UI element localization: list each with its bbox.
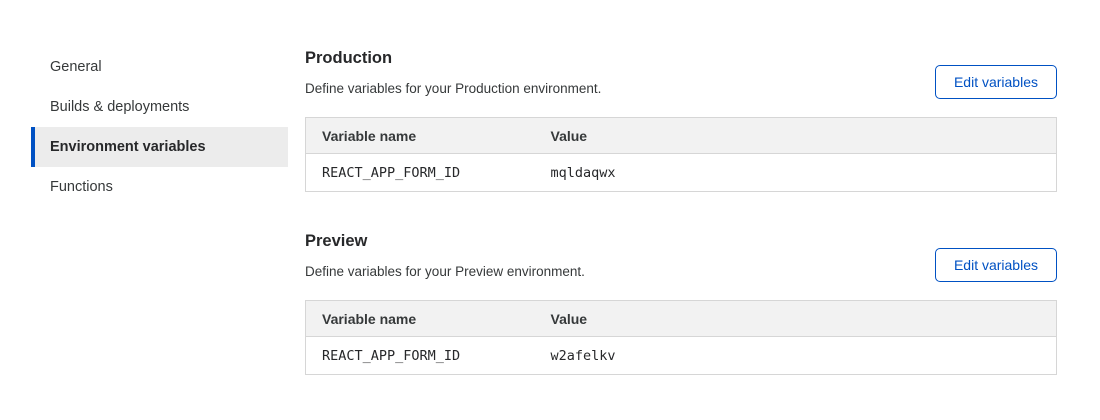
sidebar-item-general[interactable]: General — [31, 47, 288, 87]
sidebar-item-label: General — [50, 59, 102, 75]
preview-variables-table: Variable name Value REACT_APP_FORM_ID w2… — [305, 300, 1057, 375]
variable-name-cell: REACT_APP_FORM_ID — [306, 337, 535, 375]
production-title: Production — [305, 48, 935, 68]
value-column-header: Value — [535, 301, 1057, 337]
preview-section-header: Preview Define variables for your Previe… — [305, 231, 1057, 280]
production-section-titles: Production Define variables for your Pro… — [305, 48, 935, 97]
production-description: Define variables for your Production env… — [305, 80, 935, 97]
environment-variables-content: Production Define variables for your Pro… — [305, 48, 1057, 414]
variable-name-cell: REACT_APP_FORM_ID — [306, 154, 535, 192]
table-header-row: Variable name Value — [306, 301, 1057, 337]
preview-edit-variables-button[interactable]: Edit variables — [935, 248, 1057, 282]
sidebar-item-label: Builds & deployments — [50, 99, 189, 115]
value-column-header: Value — [535, 118, 1057, 154]
preview-title: Preview — [305, 231, 935, 251]
production-edit-variables-button[interactable]: Edit variables — [935, 65, 1057, 99]
settings-page: General Builds & deployments Environment… — [0, 0, 1100, 420]
preview-section-titles: Preview Define variables for your Previe… — [305, 231, 935, 280]
production-section: Production Define variables for your Pro… — [305, 48, 1057, 192]
preview-description: Define variables for your Preview enviro… — [305, 263, 935, 280]
settings-sidebar: General Builds & deployments Environment… — [31, 47, 288, 207]
table-row: REACT_APP_FORM_ID mqldaqwx — [306, 154, 1057, 192]
table-row: REACT_APP_FORM_ID w2afelkv — [306, 337, 1057, 375]
sidebar-item-functions[interactable]: Functions — [31, 167, 288, 207]
table-header-row: Variable name Value — [306, 118, 1057, 154]
sidebar-item-label: Environment variables — [50, 139, 206, 155]
variable-name-column-header: Variable name — [306, 301, 535, 337]
variable-value-cell: w2afelkv — [535, 337, 1057, 375]
production-variables-table: Variable name Value REACT_APP_FORM_ID mq… — [305, 117, 1057, 192]
variable-value-cell: mqldaqwx — [535, 154, 1057, 192]
preview-section: Preview Define variables for your Previe… — [305, 231, 1057, 375]
sidebar-item-label: Functions — [50, 179, 113, 195]
production-section-header: Production Define variables for your Pro… — [305, 48, 1057, 97]
sidebar-item-environment-variables[interactable]: Environment variables — [31, 127, 288, 167]
variable-name-column-header: Variable name — [306, 118, 535, 154]
sidebar-item-builds-deployments[interactable]: Builds & deployments — [31, 87, 288, 127]
